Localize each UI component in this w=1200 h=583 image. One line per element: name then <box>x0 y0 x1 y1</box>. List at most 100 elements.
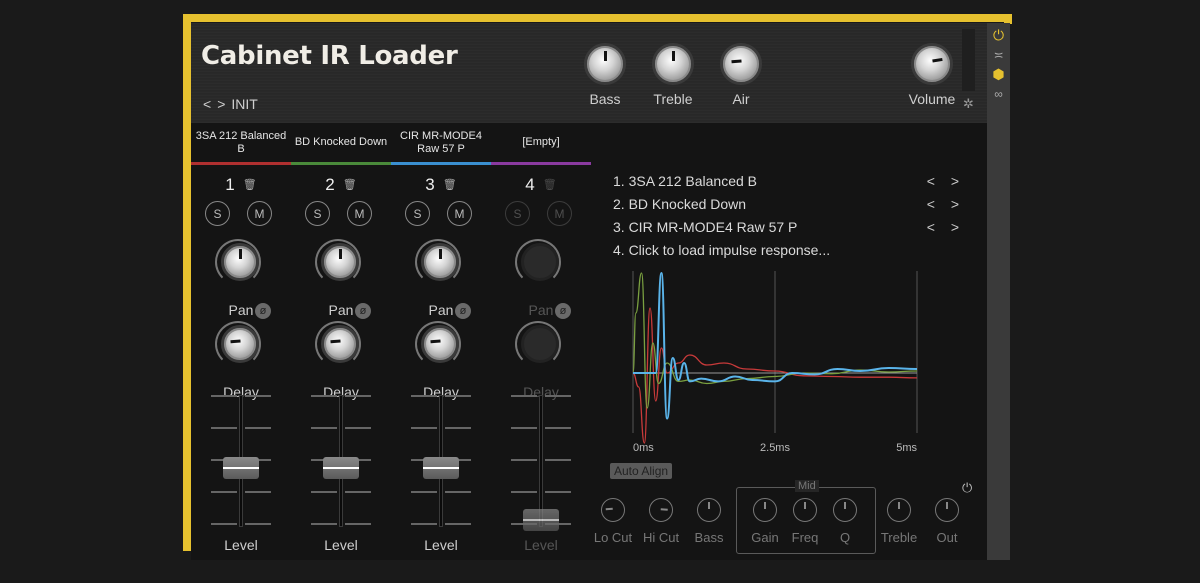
fader-tick <box>311 491 337 493</box>
knob-dial[interactable] <box>321 325 359 363</box>
ir-nav-arrows[interactable]: < > <box>927 173 965 196</box>
knob-dial[interactable] <box>421 243 459 281</box>
solo-button[interactable]: S <box>305 201 330 226</box>
trash-icon[interactable]: 🗑 <box>343 179 357 191</box>
level-label: Level <box>324 537 358 553</box>
knob-dial[interactable] <box>521 325 559 363</box>
ir-name[interactable]: 3. CIR MR-MODE4 Raw 57 P <box>613 219 797 242</box>
trash-icon[interactable]: 🗑 <box>443 179 457 191</box>
ir-name[interactable]: 1. 3SA 212 Balanced B <box>613 173 757 196</box>
ir-list-item[interactable]: 4. Click to load impulse response... <box>613 242 965 265</box>
preset-name[interactable]: INIT <box>231 96 257 112</box>
ir-list-item[interactable]: 3. CIR MR-MODE4 Raw 57 P < > <box>613 219 965 242</box>
auto-align-button[interactable]: Auto Align <box>610 463 673 479</box>
phase-invert-icon[interactable]: ø <box>455 303 471 319</box>
tab-ir-3[interactable]: CIR MR-MODE4 Raw 57 P <box>391 123 491 165</box>
fader-tick <box>445 523 471 525</box>
level-fader[interactable] <box>211 395 271 535</box>
level-fader[interactable] <box>311 395 371 535</box>
ir-nav-arrows[interactable]: < > <box>927 219 965 242</box>
air-knob[interactable]: Air <box>716 43 766 107</box>
tab-ir-2[interactable]: BD Knocked Down <box>291 123 391 165</box>
mute-button[interactable]: M <box>247 201 272 226</box>
bypass-icon[interactable]: ⬢ <box>987 66 1010 83</box>
collapse-icon[interactable]: ≍ <box>987 48 1010 62</box>
load-ir-prompt[interactable]: 4. Click to load impulse response... <box>613 242 830 265</box>
ir-list-item[interactable]: 1. 3SA 212 Balanced B < > <box>613 173 965 196</box>
ir-waveform-chart: 0ms 2.5ms 5ms <box>632 271 918 453</box>
treble-knob[interactable]: Treble <box>648 43 698 107</box>
phase-invert-icon[interactable]: ø <box>355 303 371 319</box>
mute-button[interactable]: M <box>547 201 572 226</box>
x-tick-label: 2.5ms <box>760 442 790 453</box>
knob-dial[interactable] <box>321 243 359 281</box>
link-icon[interactable]: ∞ <box>987 87 1010 101</box>
delay-knob[interactable] <box>415 321 461 367</box>
delay-knob[interactable] <box>515 321 561 367</box>
knob-dial[interactable] <box>887 498 911 522</box>
fader-tick <box>545 427 571 429</box>
knob-dial[interactable] <box>793 498 817 522</box>
delay-knob[interactable] <box>215 321 261 367</box>
fader-handle[interactable] <box>223 457 259 479</box>
fader-handle[interactable] <box>523 509 559 531</box>
knob-dial[interactable] <box>584 43 626 85</box>
fader-handle[interactable] <box>323 457 359 479</box>
delay-knob[interactable] <box>315 321 361 367</box>
solo-button[interactable]: S <box>505 201 530 226</box>
level-fader[interactable] <box>511 395 571 535</box>
mute-button[interactable]: M <box>447 201 472 226</box>
solo-button[interactable]: S <box>205 201 230 226</box>
trash-icon[interactable]: 🗑 <box>243 179 257 191</box>
ir-tabs: 3SA 212 Balanced B BD Knocked Down CIR M… <box>191 123 591 165</box>
knob-dial[interactable] <box>221 243 259 281</box>
knob-dial[interactable] <box>652 43 694 85</box>
gear-icon[interactable]: ✲ <box>963 96 974 112</box>
level-fader[interactable] <box>411 395 471 535</box>
knob-dial[interactable] <box>833 498 857 522</box>
bass-knob[interactable]: Bass <box>580 43 630 107</box>
pan-knob[interactable] <box>515 239 561 285</box>
tab-ir-1[interactable]: 3SA 212 Balanced B <box>191 123 291 165</box>
eq-power-icon[interactable]: ⏻ <box>962 480 972 496</box>
knob-dial[interactable] <box>649 498 673 522</box>
knob-dial[interactable] <box>720 43 762 85</box>
ir-list-item[interactable]: 2. BD Knocked Down < > <box>613 196 965 219</box>
fader-tick <box>511 395 537 397</box>
ir-nav-arrows[interactable]: < > <box>927 196 965 219</box>
preset-next-button[interactable]: > <box>217 96 225 112</box>
tab-ir-4[interactable]: [Empty] <box>491 123 591 165</box>
power-icon[interactable]: ⏻ <box>987 27 1010 44</box>
knob-dial[interactable] <box>935 498 959 522</box>
ir-list: 1. 3SA 212 Balanced B < > 2. BD Knocked D… <box>613 173 965 265</box>
pan-knob[interactable] <box>315 239 361 285</box>
knob-dial[interactable] <box>601 498 625 522</box>
mute-button[interactable]: M <box>347 201 372 226</box>
phase-invert-icon[interactable]: ø <box>555 303 571 319</box>
fader-tick <box>411 395 437 397</box>
ir-name[interactable]: 2. BD Knocked Down <box>613 196 746 219</box>
pan-knob[interactable] <box>415 239 461 285</box>
knob-dial[interactable] <box>753 498 777 522</box>
fader-tick <box>411 491 437 493</box>
phase-invert-icon[interactable]: ø <box>255 303 271 319</box>
knob-dial[interactable] <box>911 43 953 85</box>
host-sidebar: ⏻ ≍ ⬢ ∞ <box>987 23 1010 560</box>
eq-knob-bass[interactable]: Bass <box>681 498 737 545</box>
knob-dial[interactable] <box>521 243 559 281</box>
knob-dial[interactable] <box>421 325 459 363</box>
knob-dial[interactable] <box>221 325 259 363</box>
eq-knob-out[interactable]: Out <box>919 498 975 545</box>
channel-header: 4 🗑 <box>491 175 591 195</box>
pan-knob[interactable] <box>215 239 261 285</box>
fader-track[interactable] <box>539 395 543 527</box>
fader-tick <box>445 427 471 429</box>
eq-knob-q[interactable]: Q <box>817 498 873 545</box>
volume-knob[interactable]: Volume <box>906 43 958 107</box>
knob-dial[interactable] <box>697 498 721 522</box>
preset-prev-button[interactable]: < <box>203 96 211 112</box>
knob-label: Q <box>839 530 851 545</box>
fader-handle[interactable] <box>423 457 459 479</box>
solo-button[interactable]: S <box>405 201 430 226</box>
trash-icon[interactable]: 🗑 <box>543 179 557 191</box>
